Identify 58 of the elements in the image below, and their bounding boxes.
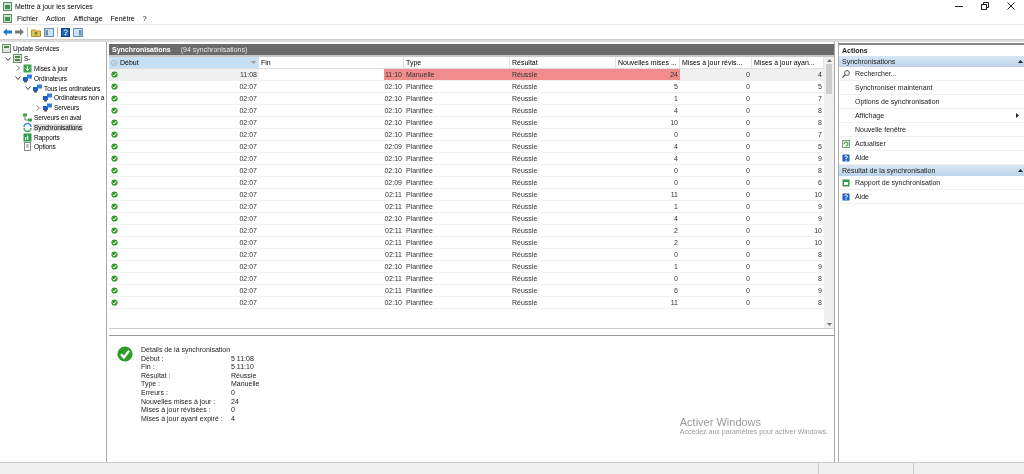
help-icon [842, 153, 850, 162]
panel-icon[interactable] [44, 27, 54, 37]
search-icon [842, 69, 850, 78]
success-icon [111, 95, 118, 102]
folder-up-icon[interactable] [31, 27, 41, 37]
server-icon [13, 54, 22, 64]
restore-icon[interactable] [981, 2, 989, 10]
success-icon [111, 71, 118, 78]
success-icon [111, 299, 118, 306]
scroll-down-icon[interactable] [826, 323, 832, 326]
console-icon [3, 13, 12, 23]
success-icon [111, 155, 118, 162]
success-icon [111, 131, 118, 138]
expanded-caret-icon[interactable] [15, 76, 21, 81]
success-icon [111, 251, 118, 258]
console-icon [3, 1, 12, 11]
expanded-caret-icon[interactable] [5, 56, 11, 61]
success-icon [111, 107, 118, 114]
computers-icon [23, 73, 32, 83]
success-icon [111, 179, 118, 186]
server-icon [2, 44, 11, 54]
back-arrow-icon[interactable] [3, 28, 12, 36]
info-icon [111, 59, 117, 66]
success-icon [111, 275, 118, 282]
close-icon[interactable] [1007, 2, 1015, 10]
success-icon [117, 346, 133, 362]
computers-icon [33, 83, 42, 93]
help-icon[interactable] [61, 27, 70, 37]
success-icon [111, 167, 118, 174]
document-icon [23, 142, 32, 152]
servers-icon [23, 112, 32, 122]
sort-arrow-icon [251, 61, 256, 64]
success-icon [111, 227, 118, 234]
submenu-arrow-icon[interactable] [1016, 113, 1019, 118]
success-icon [111, 215, 118, 222]
expanded-caret-icon[interactable] [25, 86, 31, 91]
help-icon [842, 192, 850, 201]
refresh-icon [842, 139, 850, 148]
success-icon [111, 287, 118, 294]
sync-icon [23, 122, 32, 132]
success-icon [111, 119, 118, 126]
success-icon [111, 191, 118, 198]
scroll-up-icon[interactable] [826, 59, 832, 62]
computers-icon [43, 103, 52, 113]
collapsed-caret-icon[interactable] [36, 104, 40, 111]
success-icon [111, 203, 118, 210]
scrollbar-thumb[interactable] [826, 64, 832, 94]
success-icon [111, 83, 118, 90]
collapse-caret-icon[interactable] [1018, 60, 1023, 63]
success-icon [111, 263, 118, 270]
success-icon [111, 143, 118, 150]
collapse-caret-icon[interactable] [1018, 169, 1023, 172]
success-icon [111, 239, 118, 246]
forward-arrow-icon[interactable] [15, 28, 24, 36]
activation-title: Activer Windows [679, 416, 763, 428]
computers-icon [43, 93, 52, 103]
collapsed-caret-icon[interactable] [16, 65, 20, 72]
download-icon [23, 64, 32, 73]
